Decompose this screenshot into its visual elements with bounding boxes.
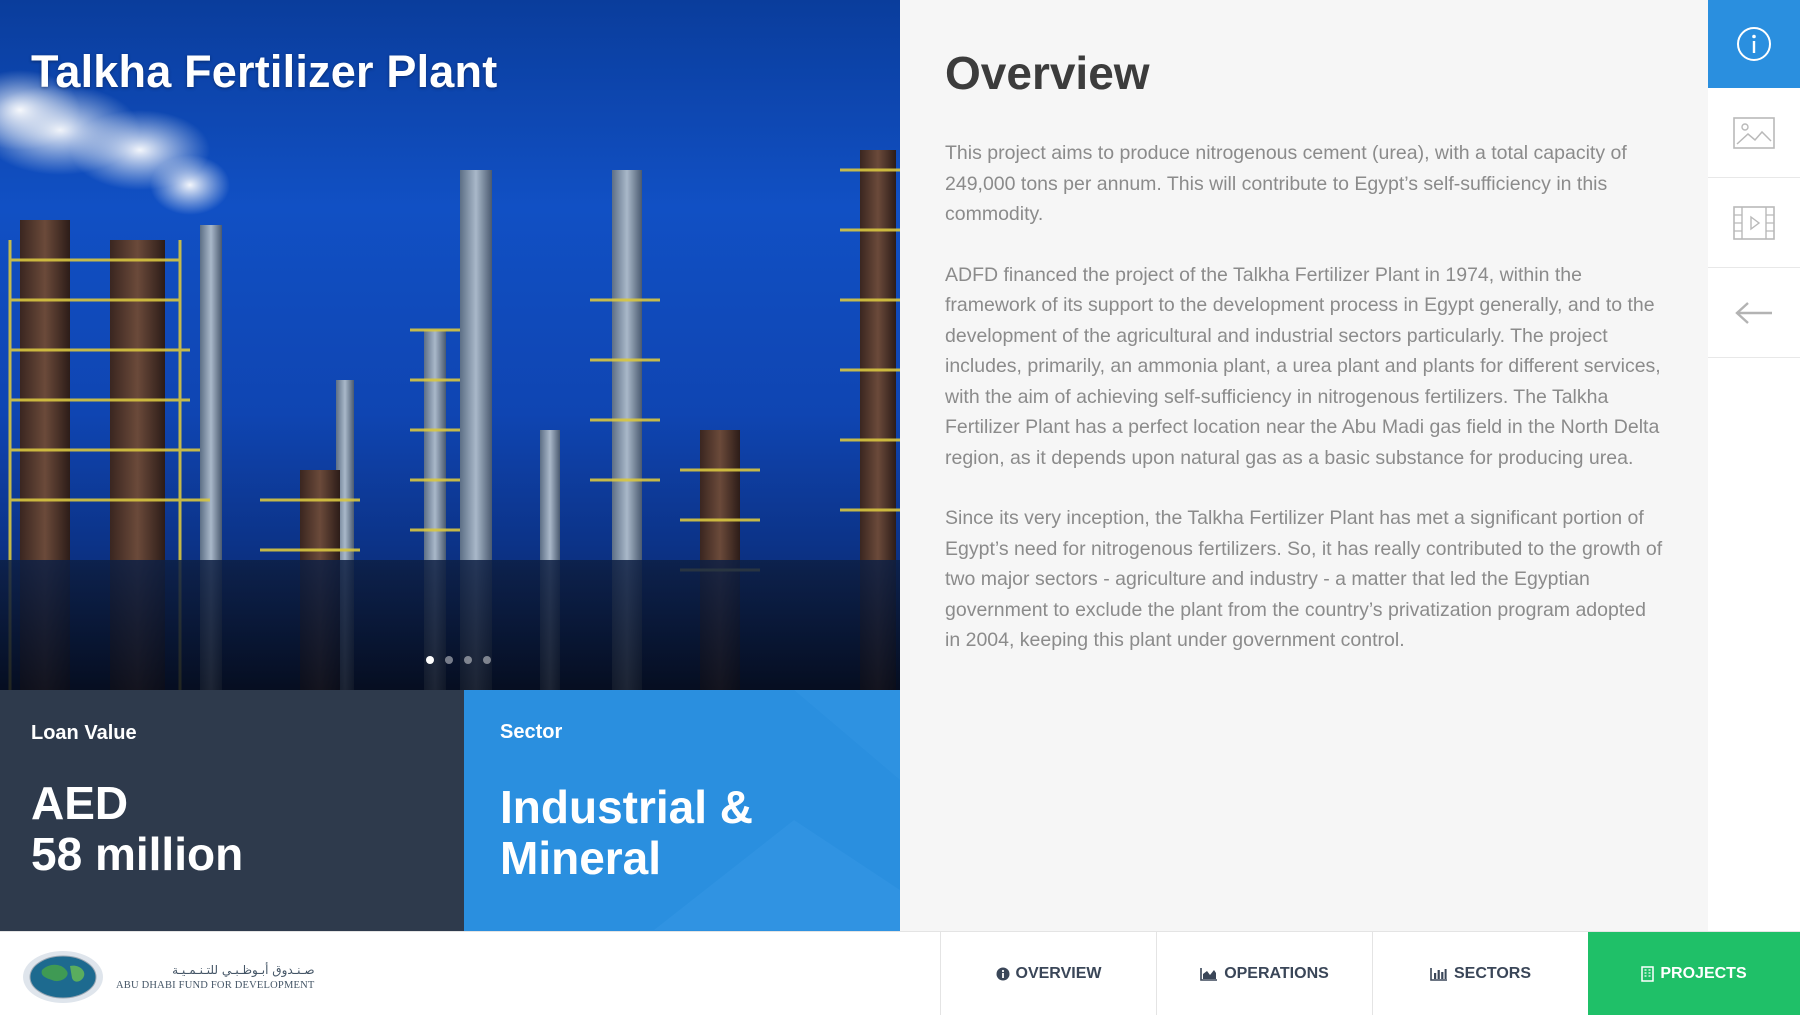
info-icon <box>1737 27 1771 61</box>
nav-operations[interactable]: OPERATIONS <box>1156 932 1372 1015</box>
refinery-illustration <box>0 70 900 690</box>
sector-label: Sector <box>500 721 563 743</box>
back-arrow-icon <box>1735 301 1772 324</box>
info-circle-icon <box>996 967 1010 981</box>
area-chart-icon <box>1200 968 1218 981</box>
overview-text: This project aims to produce nitrogenous… <box>945 138 1665 686</box>
carousel-dots <box>426 656 491 664</box>
building-icon <box>1641 966 1655 982</box>
logo-arabic-text: صـنـدوق أبـوظـبـي للتـنـمـيـة <box>172 963 315 977</box>
overview-heading: Overview <box>945 47 1150 99</box>
adfd-logo[interactable]: صـنـدوق أبـوظـبـي للتـنـمـيـة ABU DHABI … <box>22 950 315 1004</box>
nav-overview[interactable]: OVERVIEW <box>940 932 1156 1015</box>
sector-value-line1: Industrial & <box>500 781 754 833</box>
project-title: Talkha Fertilizer Plant <box>31 46 498 97</box>
bottom-navigation: صـنـدوق أبـوظـبـي للتـنـمـيـة ABU DHABI … <box>0 931 1800 1015</box>
nav-sectors-label: SECTORS <box>1453 965 1532 982</box>
image-icon <box>1733 116 1775 149</box>
project-hero-image[interactable]: Talkha Fertilizer Plant <box>0 0 900 690</box>
nav-sectors[interactable]: SECTORS <box>1372 932 1588 1015</box>
nav-projects-label: PROJECTS <box>1660 965 1747 982</box>
video-icon <box>1733 205 1775 240</box>
sector-tile: Sector Industrial & Mineral <box>464 690 900 931</box>
overview-paragraph-1: This project aims to produce nitrogenous… <box>945 142 1627 225</box>
loan-value-amount: AED 58 million <box>31 778 243 880</box>
overview-panel: Overview This project aims to produce ni… <box>900 0 1708 931</box>
overview-paragraph-2: ADFD financed the project of the Talkha … <box>945 263 1661 469</box>
nav-overview-label: OVERVIEW <box>1015 965 1102 982</box>
globe-logo-icon <box>23 951 103 1003</box>
carousel-dot-1[interactable] <box>426 656 434 664</box>
main-nav: OVERVIEW OPERATIONS SECTORS PROJECTS <box>940 932 1800 1015</box>
bar-chart-icon <box>1430 968 1447 981</box>
carousel-dot-2[interactable] <box>445 656 453 664</box>
logo-english-text: ABU DHABI FUND FOR DEVELOPMENT <box>116 980 315 991</box>
gallery-button[interactable] <box>1708 88 1800 178</box>
sector-value: Industrial & Mineral <box>500 782 753 884</box>
loan-value-label: Loan Value <box>31 722 137 744</box>
media-sidebar <box>1708 0 1800 931</box>
back-button[interactable] <box>1708 268 1800 358</box>
sector-value-line2: Mineral <box>500 832 662 884</box>
nav-operations-label: OPERATIONS <box>1224 965 1329 982</box>
overview-paragraph-3: Since its very inception, the Talkha Fer… <box>945 507 1663 651</box>
nav-projects[interactable]: PROJECTS <box>1588 932 1800 1015</box>
carousel-dot-4[interactable] <box>483 656 491 664</box>
loan-value-line1: AED <box>31 777 129 829</box>
loan-value-tile: Loan Value AED 58 million <box>0 690 464 931</box>
carousel-dot-3[interactable] <box>464 656 472 664</box>
info-button[interactable] <box>1708 0 1800 88</box>
video-button[interactable] <box>1708 178 1800 268</box>
loan-value-line2: 58 million <box>31 828 244 880</box>
logo-wordmark: صـنـدوق أبـوظـبـي للتـنـمـيـة ABU DHABI … <box>116 963 315 991</box>
